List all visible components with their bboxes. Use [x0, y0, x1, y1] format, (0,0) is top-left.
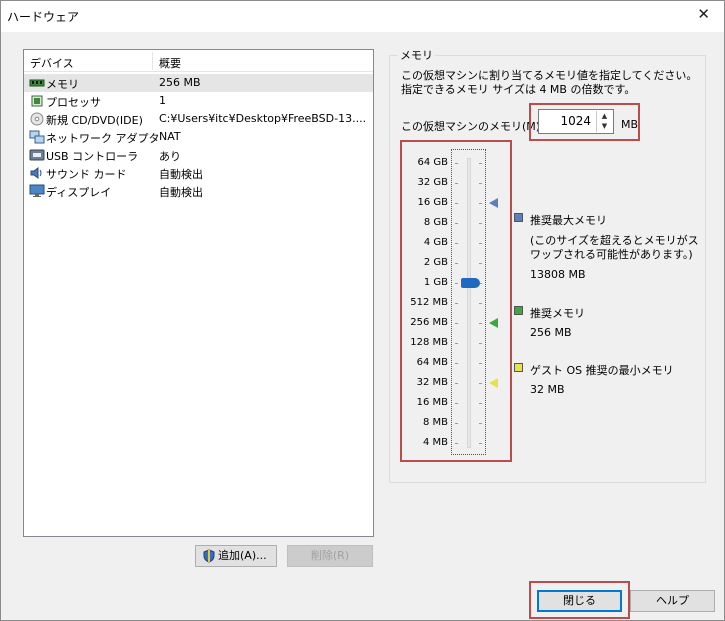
device-name: ネットワーク アダプタ	[46, 132, 160, 145]
device-name: メモリ	[46, 78, 79, 91]
display-icon	[29, 184, 45, 197]
minimum-memory-title: ゲスト OS 推奨の最小メモリ	[530, 364, 674, 377]
window-title: ハードウェア	[7, 10, 80, 24]
close-button-highlight	[529, 581, 630, 619]
device-name: サウンド カード	[46, 168, 127, 181]
device-row-memory[interactable]: メモリ 256 MB	[24, 74, 373, 92]
recommended-memory-value: 256 MB	[530, 326, 572, 339]
cd-dvd-icon	[30, 112, 44, 126]
max-memory-legend-swatch	[514, 213, 523, 222]
shield-icon	[203, 549, 215, 563]
minimum-memory-value: 32 MB	[530, 383, 565, 396]
device-summary: あり	[159, 150, 181, 163]
recommended-memory-title: 推奨メモリ	[530, 307, 585, 320]
sound-card-icon	[30, 167, 42, 179]
device-summary: 自動検出	[159, 186, 203, 199]
device-summary: C:¥Users¥itc¥Desktop¥FreeBSD-13....	[159, 112, 367, 125]
device-list-header: デバイス 概要	[24, 50, 373, 72]
device-row-processor[interactable]: プロセッサ 1	[24, 92, 373, 110]
device-row-cd-dvd[interactable]: 新規 CD/DVD(IDE) C:¥Users¥itc¥Desktop¥Free…	[24, 110, 373, 128]
device-name: ディスプレイ	[46, 186, 112, 199]
minimum-memory-legend-swatch	[514, 363, 523, 372]
device-row-usb-controller[interactable]: USB コントローラ あり	[24, 146, 373, 164]
memory-field-label: この仮想マシンのメモリ(M):	[401, 120, 544, 133]
device-name: USB コントローラ	[46, 150, 139, 163]
device-list: デバイス 概要 メモリ 256 MB プロセッサ 1 新規 CD/DVD(IDE…	[23, 49, 374, 537]
device-summary: 自動検出	[159, 168, 203, 181]
add-button-label: 追加(A)...	[218, 549, 267, 562]
processor-icon	[31, 95, 43, 107]
max-memory-note: (このサイズを超えるとメモリがスワップされる可能性があります。)	[530, 234, 699, 261]
max-memory-title: 推奨最大メモリ	[530, 214, 607, 227]
device-row-display[interactable]: ディスプレイ 自動検出	[24, 182, 373, 200]
device-summary: 256 MB	[159, 76, 201, 89]
memory-group-label: メモリ	[398, 47, 435, 63]
network-adapter-icon	[29, 130, 45, 144]
usb-icon	[29, 149, 45, 161]
add-device-button[interactable]: 追加(A)...	[195, 545, 277, 567]
recommended-memory-legend-swatch	[514, 306, 523, 315]
close-icon[interactable]: ✕	[697, 5, 710, 23]
slider-highlight	[400, 140, 512, 462]
title-bar: ハードウェア ✕	[1, 1, 724, 32]
memory-field-highlight	[529, 103, 640, 141]
max-memory-value: 13808 MB	[530, 268, 586, 281]
memory-description: この仮想マシンに割り当てるメモリ値を指定してください。指定できるメモリ サイズは…	[401, 69, 698, 96]
memory-icon	[29, 79, 45, 87]
column-divider	[152, 52, 153, 70]
remove-device-button[interactable]: 削除(R)	[287, 545, 373, 567]
device-summary: NAT	[159, 130, 181, 143]
column-header-device[interactable]: デバイス	[30, 55, 74, 71]
device-row-sound-card[interactable]: サウンド カード 自動検出	[24, 164, 373, 182]
help-button[interactable]: ヘルプ	[630, 590, 715, 612]
device-summary: 1	[159, 94, 166, 107]
device-name: 新規 CD/DVD(IDE)	[46, 114, 143, 127]
device-name: プロセッサ	[46, 96, 101, 109]
device-row-network-adapter[interactable]: ネットワーク アダプタ NAT	[24, 128, 373, 146]
column-header-summary[interactable]: 概要	[159, 55, 181, 71]
